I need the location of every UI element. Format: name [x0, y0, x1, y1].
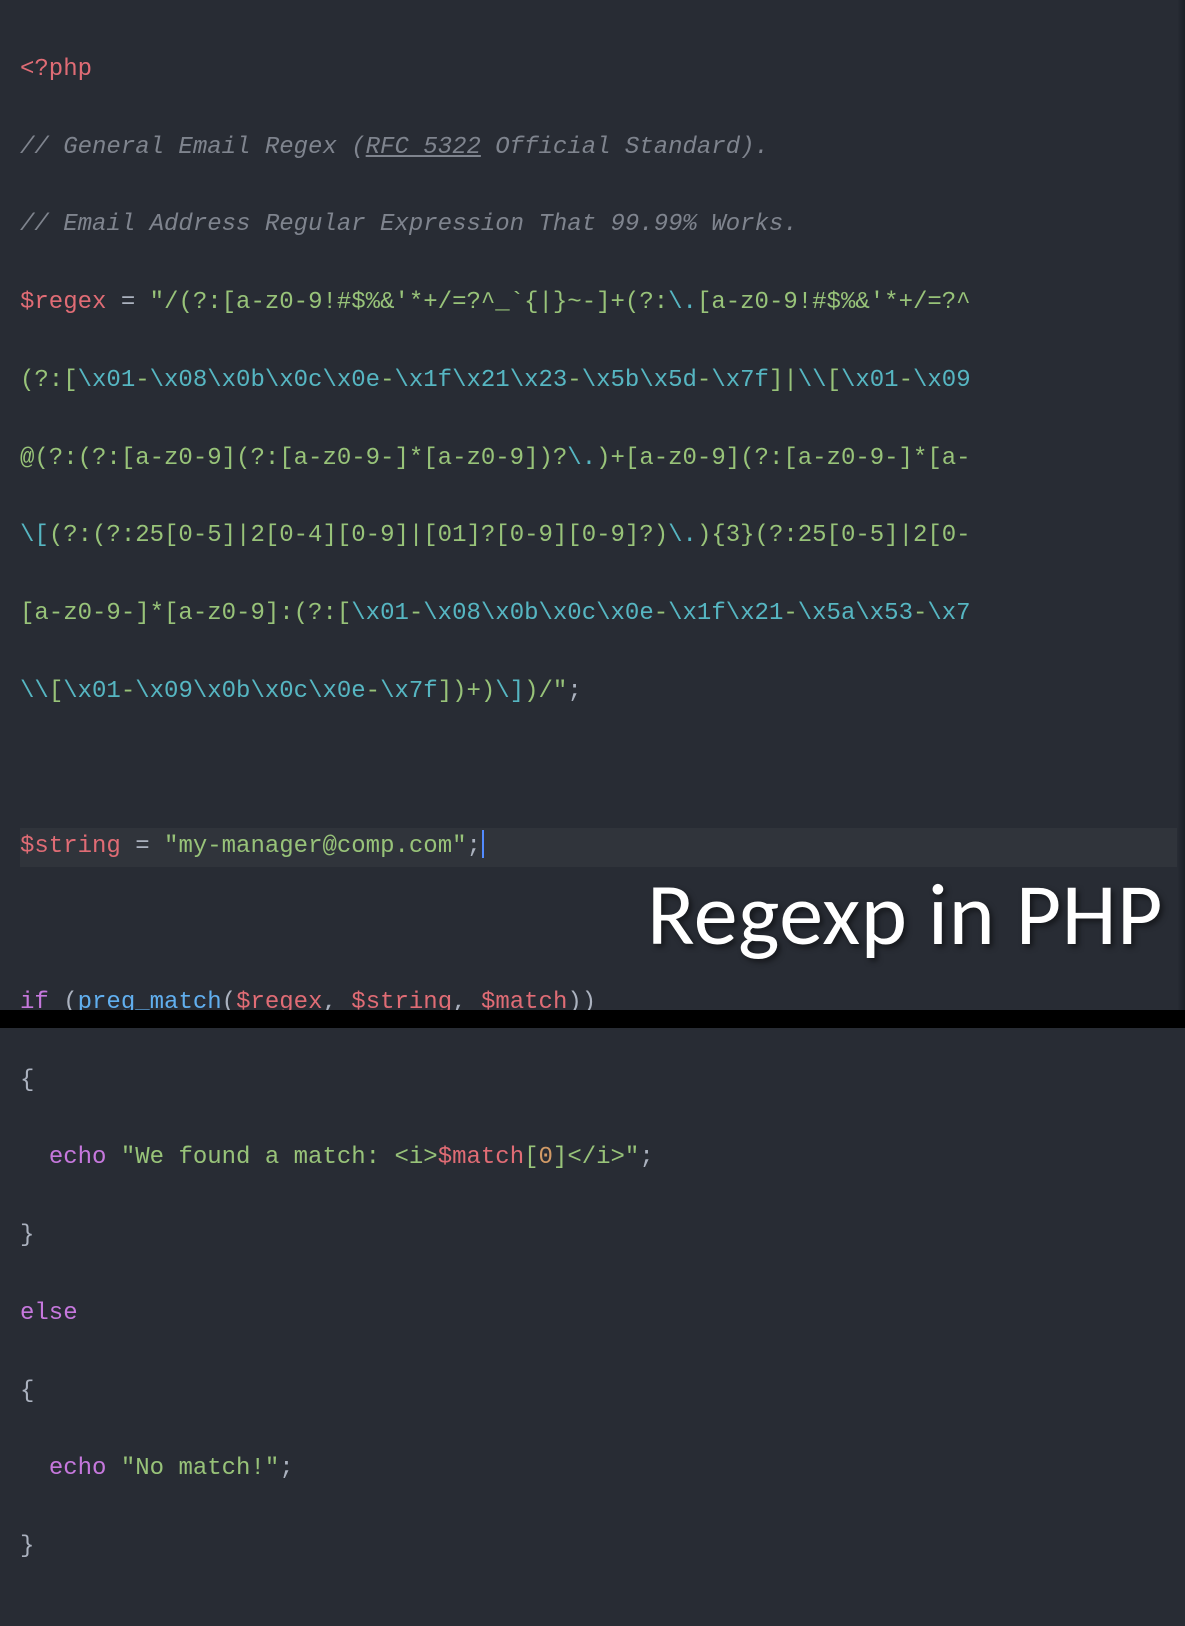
- code-line: <?php: [20, 51, 1177, 90]
- code-line: $regex = "/(?:[a-z0-9!#$%&'*+/=?^_`{|}~-…: [20, 284, 1177, 323]
- code-line: echo "We found a match: <i>$match[0]</i>…: [20, 1139, 1177, 1178]
- code-line: \[(?:(?:25[0-5]|2[0-4][0-9]|[01]?[0-9][0…: [20, 517, 1177, 556]
- overlay-title: Regexp in PHP: [647, 860, 1163, 968]
- code-line: {: [20, 1373, 1177, 1412]
- code-line: @(?:(?:[a-z0-9](?:[a-z0-9-]*[a-z0-9])?\.…: [20, 440, 1177, 479]
- comment-text: // Email Address Regular Expression That…: [20, 211, 798, 238]
- code-line: [a-z0-9-]*[a-z0-9]:(?:[\x01-\x08\x0b\x0c…: [20, 595, 1177, 634]
- comment-text: // General Email Regex (RFC 5322 Officia…: [20, 134, 769, 161]
- brace-open: {: [20, 1067, 34, 1094]
- code-line: }: [20, 1528, 1177, 1567]
- code-line: else: [20, 1295, 1177, 1334]
- keyword-echo: echo: [49, 1455, 107, 1482]
- keyword-else: else: [20, 1300, 78, 1327]
- code-line: }: [20, 1217, 1177, 1256]
- shadow-decoration: [1177, 0, 1185, 1028]
- code-editor[interactable]: <?php // General Email Regex (RFC 5322 O…: [0, 0, 1185, 1626]
- text-cursor: [482, 830, 484, 858]
- variable: $regex: [20, 289, 106, 316]
- code-line: \\[\x01-\x09\x0b\x0c\x0e-\x7f])+)\])/";: [20, 673, 1177, 712]
- brace-open: {: [20, 1378, 34, 1405]
- string-literal: "No match!": [121, 1455, 279, 1482]
- variable: $string: [20, 833, 121, 860]
- php-open-tag: <?php: [20, 56, 92, 83]
- code-line: // General Email Regex (RFC 5322 Officia…: [20, 129, 1177, 168]
- keyword-echo: echo: [49, 1144, 107, 1171]
- code-line: echo "No match!";: [20, 1450, 1177, 1489]
- code-line: // Email Address Regular Expression That…: [20, 206, 1177, 245]
- code-line: (?:[\x01-\x08\x0b\x0c\x0e-\x1f\x21\x23-\…: [20, 362, 1177, 401]
- string-literal: "my-manager@comp.com": [164, 833, 466, 860]
- shadow-decoration: [0, 1010, 1185, 1028]
- code-line: {: [20, 1062, 1177, 1101]
- brace-close: }: [20, 1222, 34, 1249]
- brace-close: }: [20, 1533, 34, 1560]
- code-line: [20, 751, 1177, 790]
